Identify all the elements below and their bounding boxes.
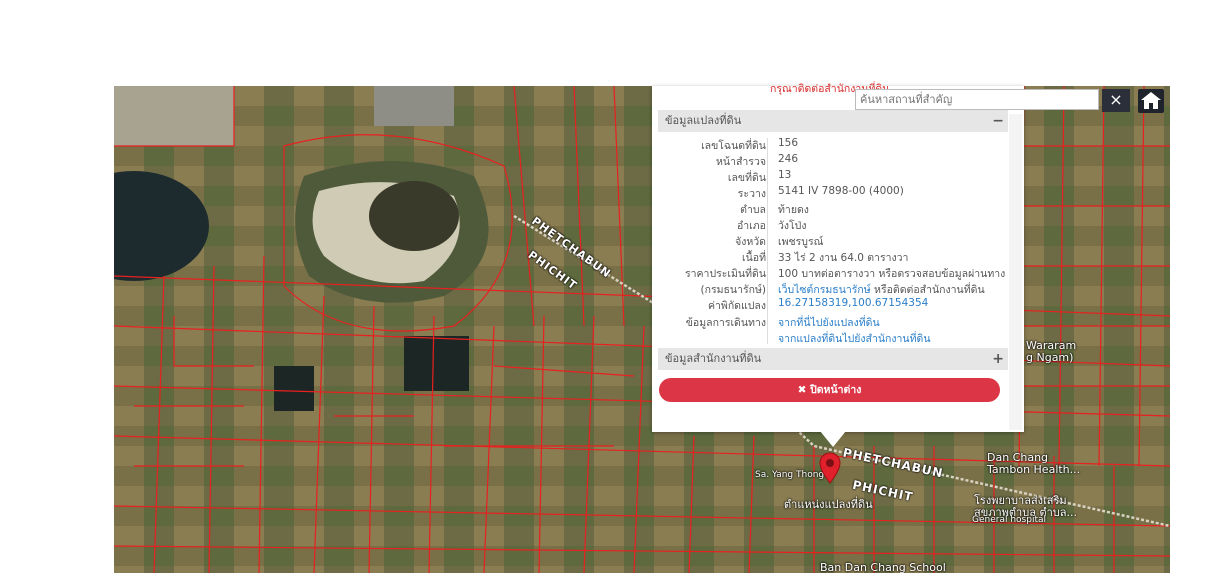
- info-row-travel: ข้อมูลการเดินทาง จากที่นี่ไปยังแปลงที่ดิ…: [658, 314, 1008, 330]
- parcel-info-popup: กรุณาติดต่อสำนักงานที่ดิน ข้อมูลแปลงที่ด…: [652, 83, 1024, 432]
- collapse-icon[interactable]: −: [992, 110, 1004, 132]
- info-label: ตำบล: [740, 204, 766, 216]
- info-value: เว็บไซต์กรมธนารักษ์ หรือติดต่อสำนักงานที…: [778, 281, 985, 298]
- treasury-website-link[interactable]: เว็บไซต์กรมธนารักษ์: [778, 284, 871, 296]
- home-button[interactable]: [1138, 89, 1164, 113]
- info-label: จังหวัด: [735, 236, 766, 248]
- clear-search-button[interactable]: ×: [1102, 89, 1130, 112]
- directions-to-office-link[interactable]: จากแปลงที่ดินไปยังสำนักงานที่ดิน: [778, 330, 931, 347]
- info-label: ราคาประเมินที่ดิน: [684, 268, 766, 280]
- close-window-button[interactable]: ✖ ปิดหน้าต่าง: [659, 378, 1000, 402]
- info-row-travel-2: จากแปลงที่ดินไปยังสำนักงานที่ดิน: [658, 330, 1008, 346]
- expand-icon[interactable]: +: [992, 348, 1004, 370]
- info-row-area: เนื้อที่ 33 ไร่ 2 งาน 64.0 ตารางวา: [658, 249, 1008, 265]
- info-label: เลขที่ดิน: [727, 172, 766, 184]
- poi-label[interactable]: Ban Dan Chang School: [820, 561, 946, 573]
- info-value: ท้ายดง: [778, 204, 809, 216]
- section-title: ข้อมูลแปลงที่ดิน: [665, 114, 742, 127]
- info-value: วังโป่ง: [778, 220, 807, 232]
- info-row-sheet: ระวาง 5141 IV 7898-00 (4000): [658, 185, 1008, 201]
- info-row-price: ราคาประเมินที่ดิน 100 บาทต่อตารางวา หรือ…: [658, 265, 1008, 281]
- popup-pointer: [820, 431, 846, 447]
- info-row-deed: เลขโฉนดที่ดิน 156: [658, 137, 1008, 153]
- poi-label[interactable]: Tambon Health...: [987, 463, 1080, 476]
- location-pin-icon[interactable]: [819, 452, 841, 484]
- info-row-subdistrict: ตำบล ท้ายดง: [658, 201, 1008, 217]
- poi-label[interactable]: g Ngam): [1026, 351, 1073, 364]
- info-row-coordinates: ค่าพิกัดแปลง 16.27158319,100.67154354: [658, 297, 1008, 313]
- home-icon: [1141, 92, 1161, 109]
- info-row-province: จังหวัด เพชรบูรณ์: [658, 233, 1008, 249]
- info-value-rest: หรือติดต่อสำนักงานที่ดิน: [870, 284, 985, 296]
- info-value: 13: [778, 169, 792, 181]
- search-input[interactable]: [855, 89, 1099, 110]
- info-row-treasury: (กรมธนารักษ์) เว็บไซต์กรมธนารักษ์ หรือติ…: [658, 281, 1008, 297]
- info-value: 156: [778, 137, 799, 149]
- info-value: 33 ไร่ 2 งาน 64.0 ตารางวา: [778, 252, 909, 264]
- popup-scrollbar[interactable]: [1009, 114, 1022, 430]
- coordinates-link[interactable]: 16.27158319,100.67154354: [778, 297, 928, 309]
- info-label: อำเภอ: [736, 220, 766, 232]
- info-label: ค่าพิกัดแปลง: [707, 300, 766, 312]
- section-header-office[interactable]: ข้อมูลสำนักงานที่ดิน +: [658, 348, 1008, 370]
- poi-label[interactable]: General hospital: [972, 515, 1046, 525]
- info-label: ระวาง: [737, 188, 766, 200]
- info-value: 246: [778, 153, 799, 165]
- info-label: (กรมธนารักษ์): [700, 284, 766, 296]
- info-value: เพชรบูรณ์: [778, 236, 824, 248]
- info-label: หน้าสำรวจ: [716, 156, 766, 168]
- poi-label: Sa. Yang Thong: [755, 470, 825, 480]
- info-label: เนื้อที่: [742, 252, 766, 264]
- info-row-district: อำเภอ วังโป่ง: [658, 217, 1008, 233]
- pin-label: ตำแหน่งแปลงที่ดิน: [784, 498, 873, 511]
- info-label: ข้อมูลการเดินทาง: [685, 317, 766, 329]
- info-row-survey: หน้าสำรวจ 246: [658, 153, 1008, 169]
- directions-to-parcel-link[interactable]: จากที่นี่ไปยังแปลงที่ดิน: [778, 314, 880, 331]
- info-label: เลขโฉนดที่ดิน: [701, 140, 766, 152]
- section-header-parcel[interactable]: ข้อมูลแปลงที่ดิน −: [658, 110, 1008, 132]
- info-value: 5141 IV 7898-00 (4000): [778, 185, 904, 197]
- info-value: 100 บาทต่อตารางวา หรือตรวจสอบข้อมูลผ่านท…: [778, 268, 1006, 280]
- info-row-land-no: เลขที่ดิน 13: [658, 169, 1008, 185]
- section-title: ข้อมูลสำนักงานที่ดิน: [665, 352, 762, 365]
